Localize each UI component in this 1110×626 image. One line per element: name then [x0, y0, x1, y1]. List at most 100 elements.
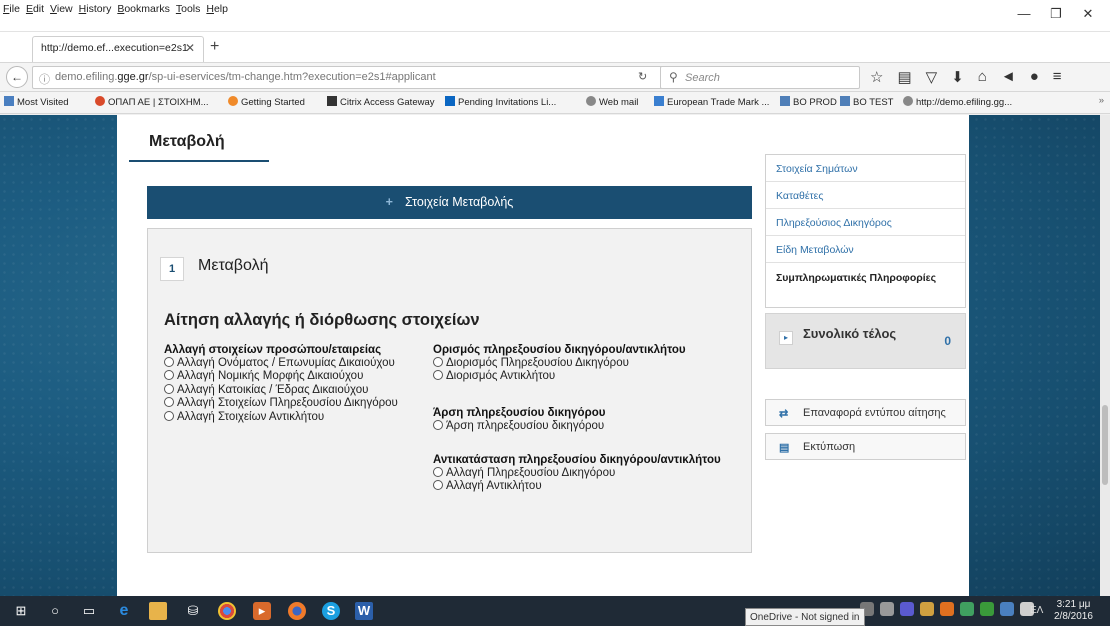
radio-button[interactable] — [433, 420, 443, 430]
page-title: Μεταβολή — [149, 133, 225, 150]
sidebar-item-change-types[interactable]: Είδη Μεταβολών — [766, 236, 965, 263]
group-appoint-attorney: Ορισμός πληρεξουσίου δικηγόρου/αντικλήτο… — [433, 344, 686, 384]
radio-option[interactable]: Αλλαγή Ονόματος / Επωνυμίας Δικαιούχου — [164, 357, 398, 370]
form-title: Αίτηση αλλαγής ή διόρθωσης στοιχείων — [164, 311, 480, 329]
radio-option[interactable]: Αλλαγή Στοιχείων Πληρεξουσίου Δικηγόρου — [164, 397, 398, 410]
input-language[interactable]: ΕΛ — [1030, 605, 1043, 616]
menu-file[interactable]: File — [3, 3, 20, 15]
reset-form-button[interactable]: ⇄ Επαναφορά εντύπου αίτησης — [765, 399, 966, 426]
bookmark-demo-efiling[interactable]: http://demo.efiling.gg... — [903, 96, 1012, 108]
chat-icon[interactable]: ● — [1030, 68, 1039, 86]
taskbar-clock[interactable]: 3:21 μμ 2/8/2016 — [1054, 599, 1093, 623]
radio-button[interactable] — [164, 410, 174, 421]
bookmark-most-visited[interactable]: Most Visited — [4, 96, 69, 108]
radio-option[interactable]: Αλλαγή Στοιχείων Αντικλήτου — [164, 410, 398, 424]
radio-button[interactable] — [164, 397, 174, 408]
new-tab-button[interactable]: + — [210, 38, 219, 56]
tab-title: http://demo.ef...execution=e2s1 — [41, 42, 188, 54]
tray-app-icon[interactable] — [940, 602, 954, 616]
fee-icon: ▸ — [779, 331, 793, 345]
bookmark-star-icon[interactable]: ☆ — [870, 68, 883, 86]
address-bar[interactable]: ⓘ demo.efiling.gge.gr/sp-ui-eservices/tm… — [32, 66, 688, 89]
tray-app-icon[interactable] — [980, 602, 994, 616]
system-tray — [860, 602, 1034, 616]
radio-button[interactable] — [164, 383, 174, 394]
edge-browser-icon[interactable]: e — [115, 602, 133, 620]
chrome-icon[interactable] — [218, 602, 236, 620]
tray-app-icon[interactable] — [900, 602, 914, 616]
bookmark-getting-started[interactable]: Getting Started — [228, 96, 305, 108]
skype-icon[interactable]: S — [322, 602, 340, 620]
store-icon[interactable]: ⛁ — [184, 602, 202, 620]
sidebar-item-attorney[interactable]: Πληρεξούσιος Δικηγόρος — [766, 209, 965, 236]
word-icon[interactable]: W — [355, 602, 373, 620]
reading-list-icon[interactable]: ▤ — [897, 68, 911, 86]
radio-button[interactable] — [433, 467, 443, 477]
minimize-button[interactable]: — — [1008, 6, 1040, 22]
menu-edit[interactable]: Edit — [26, 3, 44, 15]
section-header-bar[interactable]: + Στοιχεία Μεταβολής — [147, 186, 752, 219]
radio-button[interactable] — [433, 480, 443, 491]
hamburger-menu-icon[interactable]: ≡ — [1053, 68, 1062, 86]
info-icon[interactable]: ⓘ — [39, 71, 50, 87]
tray-app-icon[interactable] — [880, 602, 894, 616]
sidebar-item-applicants[interactable]: Καταθέτες — [766, 182, 965, 209]
close-window-button[interactable]: ✕ — [1072, 6, 1104, 22]
tray-app-icon[interactable] — [1000, 602, 1014, 616]
radio-option[interactable]: Διορισμός Αντικλήτου — [433, 370, 686, 383]
print-button[interactable]: ▤ Εκτύπωση — [765, 433, 966, 460]
radio-option[interactable]: Άρση πληρεξουσίου δικηγόρου — [433, 420, 605, 433]
page-scrollbar[interactable] — [1100, 115, 1110, 596]
menu-bookmarks[interactable]: Bookmarks — [117, 3, 170, 15]
bookmark-opap[interactable]: ΟΠΑΠ ΑΕ | ΣΤΟΙΧΗΜ... — [95, 96, 209, 108]
search-icon[interactable]: ○ — [46, 602, 64, 620]
sidebar-nav: Στοιχεία Σημάτων Καταθέτες Πληρεξούσιος … — [765, 154, 966, 308]
sidebar-item-supplementary-info[interactable]: Συμπληρωματικές Πληροφορίες — [766, 263, 965, 307]
group-title: Ορισμός πληρεξουσίου δικηγόρου/αντικλήτο… — [433, 344, 686, 356]
scrollbar-thumb[interactable] — [1102, 405, 1108, 485]
radio-button[interactable] — [433, 370, 443, 381]
page-title-underline: Μεταβολή — [129, 115, 269, 162]
back-button[interactable]: ← — [6, 66, 28, 88]
tab-bar: http://demo.ef...execution=e2s1 ✕ — [0, 32, 1110, 62]
close-tab-icon[interactable]: ✕ — [185, 41, 195, 55]
reload-icon[interactable]: ↻ — [638, 70, 647, 83]
radio-option[interactable]: Αλλαγή Νομικής Μορφής Δικαιούχου — [164, 370, 398, 383]
restore-button[interactable]: ❐ — [1040, 6, 1072, 22]
file-explorer-icon[interactable] — [149, 602, 167, 620]
radio-option[interactable]: Αλλαγή Αντικλήτου — [433, 480, 721, 493]
bookmarks-overflow-icon[interactable]: » — [1099, 95, 1104, 106]
radio-button[interactable] — [164, 370, 174, 381]
radio-option[interactable]: Αλλαγή Κατοικίας / Έδρας Δικαιούχου — [164, 383, 398, 397]
group-personal-change: Αλλαγή στοιχείων προσώπου/εταιρείας Αλλα… — [164, 344, 398, 424]
bookmark-bo-test[interactable]: BO TEST — [840, 96, 893, 108]
media-player-icon[interactable]: ▸ — [253, 602, 271, 620]
task-view-icon[interactable]: ▭ — [80, 602, 98, 620]
bookmark-european-trade-mark[interactable]: European Trade Mark ... — [654, 96, 769, 108]
menu-help[interactable]: Help — [206, 3, 228, 15]
bookmark-bo-prod[interactable]: BO PROD — [780, 96, 837, 108]
windows-start-icon[interactable]: ⊞ — [12, 602, 30, 620]
home-icon[interactable]: ⌂ — [978, 68, 987, 86]
menu-history[interactable]: History — [79, 3, 112, 15]
firefox-icon[interactable] — [288, 602, 306, 620]
sidebar-item-trademark-details[interactable]: Στοιχεία Σημάτων — [766, 155, 965, 182]
browser-tab[interactable]: http://demo.ef...execution=e2s1 ✕ — [32, 36, 204, 62]
radio-button[interactable] — [164, 357, 174, 367]
bookmark-citrix[interactable]: Citrix Access Gateway — [327, 96, 435, 108]
group-title: Αλλαγή στοιχείων προσώπου/εταιρείας — [164, 344, 382, 356]
send-icon[interactable]: ◄ — [1001, 68, 1016, 86]
pocket-icon[interactable]: ▽ — [926, 68, 938, 86]
bookmark-webmail[interactable]: Web mail — [586, 96, 638, 108]
tray-app-icon[interactable] — [960, 602, 974, 616]
menu-view[interactable]: View — [50, 3, 73, 15]
radio-option[interactable]: Διορισμός Πληρεξουσίου Δικηγόρου — [433, 357, 686, 370]
menu-tools[interactable]: Tools — [176, 3, 201, 15]
tray-app-icon[interactable] — [920, 602, 934, 616]
radio-option[interactable]: Αλλαγή Πληρεξουσίου Δικηγόρου — [433, 467, 721, 480]
search-input[interactable]: ⚲ Search — [660, 66, 860, 89]
group-title: Άρση πληρεξουσίου δικηγόρου — [433, 407, 606, 419]
download-icon[interactable]: ⬇ — [951, 68, 964, 86]
radio-button[interactable] — [433, 357, 443, 367]
bookmark-linkedin[interactable]: Pending Invitations Li... — [445, 96, 556, 108]
